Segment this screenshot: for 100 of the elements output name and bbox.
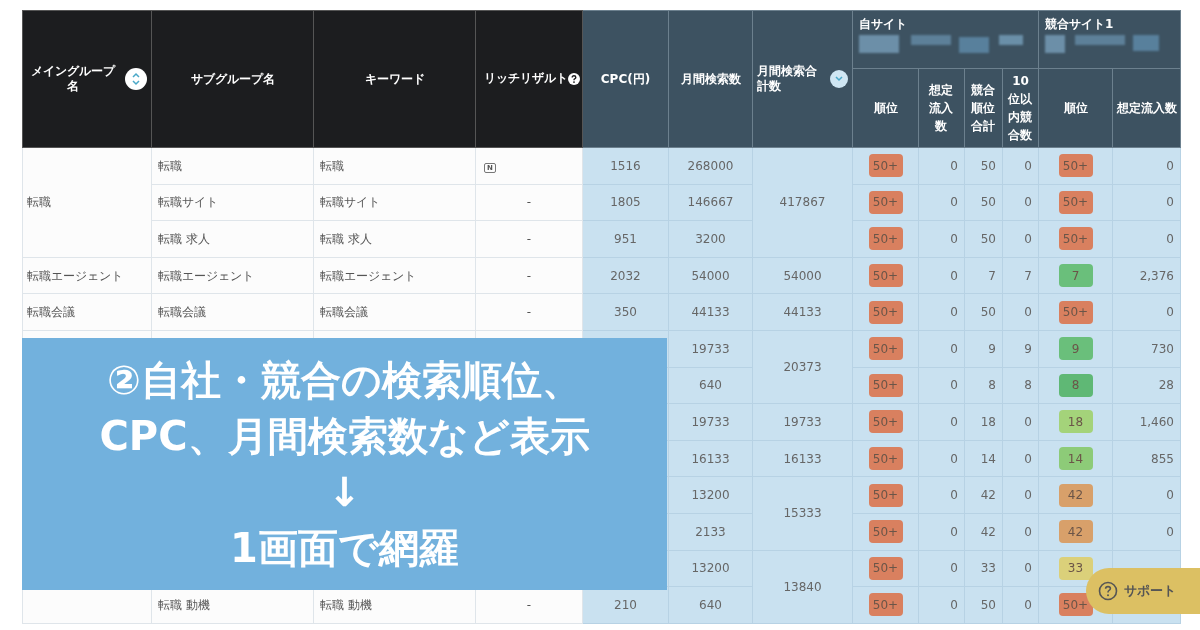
- rank-badge: 50+: [1058, 227, 1093, 251]
- table-cell-text: 1516: [610, 158, 641, 173]
- table-cell-text: 転職会議: [320, 305, 368, 320]
- table-cell-text: -: [525, 231, 533, 248]
- table-cell-text: 350: [614, 305, 637, 320]
- table-cell-text: 640: [699, 378, 722, 393]
- table-cell-text: 44133: [783, 305, 822, 320]
- table-cell-text: 0: [950, 488, 958, 503]
- table-cell-text: 0: [1024, 305, 1032, 320]
- table-cell-text: 50: [980, 232, 996, 246]
- sort-icon[interactable]: [125, 68, 147, 90]
- table-cell-text: 19733: [783, 414, 822, 429]
- table-cell-text: 9: [988, 341, 996, 356]
- table-cell-text: 13840: [783, 579, 822, 594]
- rank-badge: 50+: [868, 520, 903, 544]
- table-cell-text: 転職エージェント: [27, 268, 123, 283]
- rank-badge: 50+: [868, 264, 903, 288]
- column-header: 自サイト: [859, 16, 908, 33]
- table-cell-text: 転職会議: [158, 305, 206, 320]
- table-cell-text: 0: [950, 561, 958, 576]
- sort-icon[interactable]: [830, 70, 848, 88]
- table-cell-text: 7: [988, 268, 996, 283]
- table-cell-text: 転職サイト: [158, 195, 218, 210]
- table-cell-text: 0: [1024, 524, 1032, 539]
- banner-text: 1画面で網羅: [230, 524, 459, 573]
- table-cell-text: 14: [980, 451, 996, 466]
- table-cell-text: 0: [1024, 451, 1032, 466]
- table-cell-text: 3200: [695, 232, 726, 246]
- column-header: 想定流入数: [928, 82, 955, 135]
- banner-text: ↓: [327, 468, 362, 517]
- rank-badge: 50+: [868, 154, 903, 178]
- column-header: リッチリザルト: [484, 70, 568, 88]
- table-cell-text: 54000: [691, 268, 730, 283]
- table-cell-text: 0: [1166, 305, 1174, 320]
- table-cell-text: 2,376: [1139, 268, 1174, 283]
- help-icon[interactable]: [568, 73, 580, 85]
- rank-badge: 42: [1058, 483, 1093, 507]
- table-cell-text: 転職エージェント: [158, 268, 254, 283]
- rank-badge: 7: [1058, 264, 1093, 288]
- rank-badge: 50+: [868, 337, 903, 361]
- table-cell-text: 13200: [691, 488, 730, 503]
- table-cell-text: -: [525, 304, 533, 322]
- table-cell-text: 2133: [695, 524, 726, 539]
- rank-badge: 50+: [868, 447, 903, 471]
- table-cell-text: 640: [699, 597, 722, 612]
- rank-badge: 50+: [868, 300, 903, 324]
- table-cell-text: 50: [980, 195, 996, 210]
- table-cell-text: 16133: [783, 451, 822, 466]
- table-cell-text: 855: [1151, 451, 1174, 466]
- table-cell-text: 0: [950, 268, 958, 283]
- table-cell-text: 9: [1024, 341, 1032, 356]
- table-cell-text: 15333: [783, 506, 822, 521]
- column-header: 順位: [1063, 100, 1088, 117]
- column-header: サブグループ名: [190, 72, 275, 86]
- table-cell-text: 転職サイト: [320, 195, 380, 210]
- rank-badge: 50+: [868, 483, 903, 507]
- table-cell-text: 33: [980, 561, 996, 576]
- table-cell-text: 16133: [691, 451, 730, 466]
- table-cell-text: 268000: [687, 158, 734, 173]
- rank-badge: 50+: [1058, 300, 1093, 324]
- column-header: CPC(円): [600, 72, 651, 86]
- table-cell-text: 210: [614, 597, 637, 612]
- table-cell-text: 0: [1166, 158, 1174, 173]
- table-cell-text: 1805: [610, 195, 641, 210]
- table-cell-text: 0: [950, 305, 958, 320]
- table-cell-text: 転職 動機: [158, 597, 210, 612]
- rank-badge: 50+: [868, 593, 903, 617]
- rank-badge: 42: [1058, 520, 1093, 544]
- table-cell-text: 19733: [691, 341, 730, 356]
- table-cell-text: 0: [950, 341, 958, 356]
- table-cell-text: 0: [950, 597, 958, 612]
- table-cell-text: 0: [1166, 488, 1174, 503]
- rank-badge: 50+: [868, 410, 903, 434]
- column-header: 想定流入数: [1116, 100, 1177, 117]
- table-cell-text: 7: [1024, 268, 1032, 283]
- rank-badge: 14: [1058, 447, 1093, 471]
- table-cell-text: 転職エージェント: [320, 268, 416, 283]
- table-cell-text: 転職 動機: [320, 597, 372, 612]
- table-cell-text: 19733: [691, 414, 730, 429]
- table-cell-text: 50: [980, 158, 996, 173]
- table-cell-text: 0: [1024, 195, 1032, 210]
- rank-badge: 50+: [868, 373, 903, 397]
- table-cell-text: 2032: [610, 268, 641, 283]
- column-header: 順位: [873, 100, 898, 117]
- table-cell-text: 0: [1024, 488, 1032, 503]
- table-cell-text: 転職会議: [27, 305, 75, 320]
- table-cell-text: 0: [1166, 524, 1174, 539]
- table-cell-text: 転職: [158, 158, 182, 173]
- table-cell-text: 13200: [691, 561, 730, 576]
- rank-badge: 50+: [868, 227, 903, 251]
- table-cell-text: 転職: [27, 195, 51, 210]
- table-cell-text: -: [525, 596, 533, 614]
- table-cell-text: 50: [980, 305, 996, 320]
- support-button[interactable]: サポート: [1086, 568, 1200, 614]
- table-cell-text: -: [525, 267, 533, 285]
- rank-badge: 50+: [1058, 190, 1093, 214]
- rank-badge: 50+: [868, 190, 903, 214]
- table-cell-text: 0: [1024, 232, 1032, 246]
- table-cell-text: 54000: [783, 268, 822, 283]
- table-cell-text: 0: [950, 524, 958, 539]
